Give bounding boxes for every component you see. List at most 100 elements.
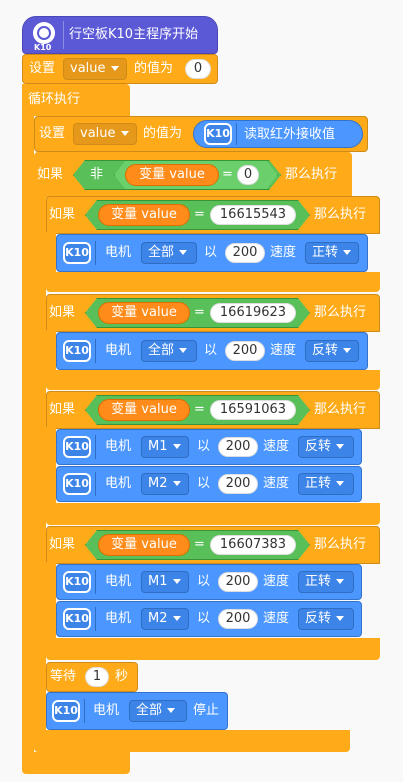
motor-select-dropdown[interactable]: 全部 (141, 242, 197, 264)
equals-operator[interactable]: 变量 value = 16619623 (85, 298, 310, 328)
variable-reporter[interactable]: 变量 value (98, 534, 190, 556)
wait-label: 等待 (50, 669, 77, 684)
with-label: 以 (197, 574, 211, 589)
motor-block[interactable]: K10 电机 M1 以 200 速度 正转 (56, 564, 362, 600)
with-label: 以 (197, 611, 211, 626)
speed-input[interactable]: 200 (225, 243, 265, 263)
motor-block[interactable]: K10 电机 全部 以 200 速度 正转 (56, 234, 368, 272)
chevron-down-icon (343, 348, 352, 353)
equals-label: = (194, 537, 205, 552)
compare-value-input[interactable]: 16615543 (210, 205, 296, 225)
variable-reporter[interactable]: 变量 value (98, 204, 190, 226)
variable-reporter[interactable]: 变量 value (125, 164, 219, 186)
motor-select-dropdown[interactable]: M1 (141, 571, 189, 593)
motor-select-dropdown[interactable]: M2 (141, 473, 189, 495)
k10-icon: K10 (63, 340, 91, 362)
compare-value-input[interactable]: 16607383 (210, 535, 296, 555)
reporter-label: 读取红外接收值 (244, 127, 336, 142)
speed-input[interactable]: 200 (218, 437, 258, 457)
motor-block[interactable]: K10 电机 M1 以 200 速度 反转 (56, 429, 362, 465)
motor-stop-block[interactable]: K10 电机 全部 停止 (46, 692, 228, 730)
motor-label: 电机 (105, 574, 132, 589)
motor-block[interactable]: K10 电机 全部 以 200 速度 反转 (56, 332, 368, 370)
motor-select-dropdown[interactable]: M2 (141, 608, 189, 630)
if-block-bottom (46, 272, 380, 292)
set-value-zero-block[interactable]: 设置 value 的值为 0 (22, 54, 218, 84)
set-label: 设置 (29, 61, 56, 76)
then-label: 那么执行 (314, 402, 367, 417)
k10-icon-label: K10 (34, 43, 52, 52)
motor-label: 电机 (105, 611, 132, 626)
speed-label: 速度 (263, 476, 290, 491)
equals-operator[interactable]: 变量 value = 16607383 (85, 530, 310, 560)
direction-dropdown[interactable]: 正转 (298, 571, 354, 593)
chevron-down-icon (336, 579, 345, 584)
chevron-down-icon (172, 579, 181, 584)
compare-value-input[interactable]: 16591063 (210, 400, 296, 420)
k10-circle-icon (33, 22, 55, 44)
variable-dropdown[interactable]: value (63, 58, 127, 80)
equals-operator[interactable]: 变量 value = 16615543 (85, 200, 310, 230)
if-block-bottom (46, 370, 380, 390)
program-start-hat-block[interactable]: K10 行空板K10主程序开始 (22, 16, 218, 54)
then-label: 那么执行 (314, 537, 367, 552)
speed-input[interactable]: 200 (218, 572, 258, 592)
motor-label: 电机 (105, 245, 132, 260)
equals-operator[interactable]: 变量 value = 16591063 (85, 395, 310, 425)
not-label: 非 (90, 167, 104, 182)
if-not-block-bottom (34, 730, 350, 752)
forever-loop-arm (22, 114, 34, 754)
motor-select-dropdown[interactable]: 全部 (129, 700, 187, 722)
equals-operator[interactable]: 变量 value = 0 (114, 160, 278, 190)
with-label: 以 (197, 476, 211, 491)
motor-block[interactable]: K10 电机 M2 以 200 速度 正转 (56, 466, 362, 502)
set-value-ir-block[interactable]: 设置 value 的值为 K10 读取红外接收值 (34, 116, 368, 152)
chevron-down-icon (336, 616, 345, 621)
speed-input[interactable]: 200 (225, 341, 265, 361)
motor-select-dropdown[interactable]: 全部 (141, 340, 197, 362)
direction-dropdown[interactable]: 正转 (305, 242, 359, 264)
speed-label: 速度 (263, 439, 290, 454)
motor-label: 电机 (105, 343, 132, 358)
hat-label: 行空板K10主程序开始 (69, 27, 199, 42)
value-input[interactable]: 0 (185, 59, 211, 79)
k10-icon: K10 (63, 473, 91, 495)
direction-dropdown[interactable]: 反转 (298, 436, 354, 458)
motor-select-dropdown[interactable]: M1 (141, 436, 189, 458)
speed-label: 速度 (270, 343, 297, 358)
value-is-label: 的值为 (143, 126, 183, 141)
variable-dropdown[interactable]: value (73, 123, 137, 145)
chevron-down-icon (336, 444, 345, 449)
set-label: 设置 (39, 126, 66, 141)
read-ir-reporter[interactable]: K10 读取红外接收值 (193, 120, 363, 148)
chevron-down-icon (179, 348, 188, 353)
equals-label: = (222, 167, 233, 182)
speed-input[interactable]: 200 (218, 474, 258, 494)
direction-dropdown[interactable]: 反转 (298, 608, 354, 630)
with-label: 以 (204, 343, 218, 358)
k10-icon: K10 (63, 608, 91, 630)
then-label: 那么执行 (285, 167, 338, 182)
motor-block[interactable]: K10 电机 M2 以 200 速度 反转 (56, 601, 362, 637)
speed-label: 速度 (270, 245, 297, 260)
speed-input[interactable]: 200 (218, 609, 258, 629)
direction-dropdown[interactable]: 反转 (305, 340, 359, 362)
chevron-down-icon (172, 616, 181, 621)
variable-reporter[interactable]: 变量 value (98, 302, 190, 324)
direction-dropdown[interactable]: 正转 (298, 473, 354, 495)
chevron-down-icon (120, 131, 129, 136)
not-operator[interactable]: 非 变量 value = 0 (73, 160, 281, 190)
value-is-label: 的值为 (134, 61, 174, 76)
motor-label: 电机 (93, 703, 120, 718)
compare-value-input[interactable]: 0 (237, 165, 259, 185)
k10-icon: K10 (204, 123, 232, 145)
wait-block[interactable]: 等待 1 秒 (46, 662, 138, 692)
compare-value-input[interactable]: 16619623 (210, 303, 296, 323)
if-label: 如果 (49, 402, 76, 417)
then-label: 那么执行 (314, 207, 367, 222)
variable-reporter[interactable]: 变量 value (98, 399, 190, 421)
chevron-down-icon (172, 444, 181, 449)
wait-seconds-input[interactable]: 1 (85, 667, 109, 687)
chevron-down-icon (343, 250, 352, 255)
speed-label: 速度 (263, 574, 290, 589)
